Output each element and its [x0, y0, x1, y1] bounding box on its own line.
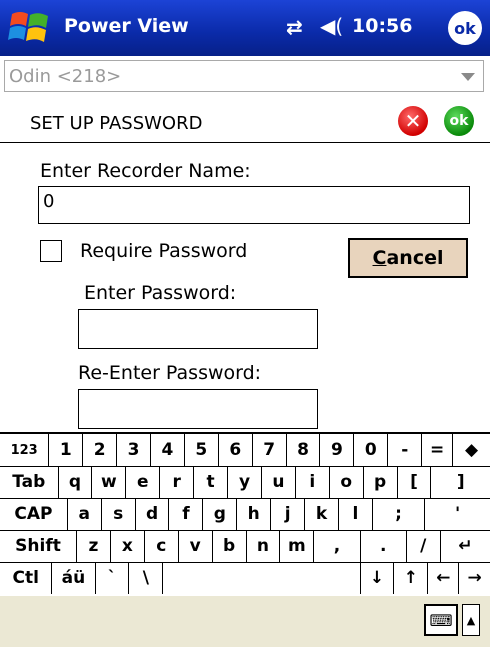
key-t[interactable]: t — [194, 466, 229, 498]
key-semicolon[interactable]: ; — [373, 498, 426, 530]
key-w[interactable]: w — [92, 466, 127, 498]
key-9[interactable]: 9 — [321, 434, 355, 466]
ok-button[interactable]: ok — [448, 11, 482, 45]
key-caps[interactable]: CAP — [0, 498, 68, 530]
password-field[interactable] — [78, 309, 318, 349]
key-v[interactable]: v — [179, 530, 213, 562]
key-e[interactable]: e — [126, 466, 161, 498]
key-f[interactable]: f — [169, 498, 204, 530]
sync-icon[interactable]: ⇄ — [286, 15, 303, 39]
title-bar: Power View ⇄ ◀( 10:56 ok — [0, 0, 490, 56]
space-key[interactable] — [163, 562, 361, 594]
key-apostrophe[interactable]: ' — [425, 498, 490, 530]
cancel-icon[interactable]: ✕ — [398, 106, 428, 136]
key-left-bracket[interactable]: [ — [398, 466, 432, 498]
key-b[interactable]: b — [213, 530, 247, 562]
keyboard-row-2: Tab q w e r t y u i o p [ ] — [0, 466, 490, 499]
key-s[interactable]: s — [102, 498, 136, 530]
reenter-password-field[interactable] — [78, 389, 318, 429]
divider — [0, 142, 490, 143]
recorder-dropdown-value: Odin <218> — [9, 66, 122, 87]
key-g[interactable]: g — [203, 498, 238, 530]
recorder-name-label: Enter Recorder Name: — [40, 160, 251, 182]
cancel-button-mnemonic: C — [372, 247, 387, 269]
keyboard-row-5: Ctl áü ` \ ↓ ↑ ← → — [0, 562, 490, 594]
key-ctrl[interactable]: Ctl — [0, 562, 53, 594]
key-123[interactable]: 123 — [0, 434, 50, 466]
reenter-password-label: Re-Enter Password: — [78, 362, 262, 384]
key-u[interactable]: u — [262, 466, 296, 498]
key-d[interactable]: d — [136, 498, 170, 530]
require-password-checkbox[interactable] — [40, 240, 62, 262]
chevron-down-icon[interactable] — [461, 73, 475, 81]
key-minus[interactable]: - — [388, 434, 423, 466]
key-p[interactable]: p — [364, 466, 398, 498]
key-q[interactable]: q — [59, 466, 93, 498]
soft-keyboard: 123 1 2 3 4 5 6 7 8 9 0 - = ◆ Tab q w e … — [0, 432, 490, 598]
key-a[interactable]: a — [68, 498, 102, 530]
backspace-key[interactable]: ◆ — [453, 434, 490, 466]
key-y[interactable]: y — [228, 466, 262, 498]
volume-icon[interactable]: ◀( — [320, 14, 343, 38]
windows-start-icon[interactable] — [8, 8, 52, 48]
key-0[interactable]: 0 — [354, 434, 389, 466]
key-right-bracket[interactable]: ] — [431, 466, 490, 498]
require-password-label: Require Password — [80, 240, 248, 262]
key-6[interactable]: 6 — [219, 434, 253, 466]
key-z[interactable]: z — [77, 530, 111, 562]
key-comma[interactable]: , — [314, 530, 361, 562]
key-j[interactable]: j — [271, 498, 306, 530]
arrow-right-key[interactable]: → — [459, 562, 490, 594]
enter-password-label: Enter Password: — [84, 282, 237, 304]
key-backtick[interactable]: ` — [96, 562, 130, 594]
key-backslash[interactable]: \ — [129, 562, 164, 594]
key-5[interactable]: 5 — [185, 434, 219, 466]
keyboard-icon[interactable]: ⌨ — [424, 604, 458, 636]
input-menu-arrow-icon[interactable]: ▲ — [462, 604, 480, 636]
menu-bar — [0, 596, 490, 647]
keyboard-row-1: 123 1 2 3 4 5 6 7 8 9 0 - = ◆ — [0, 434, 490, 467]
cancel-button[interactable]: Cancel — [348, 238, 468, 278]
key-slash[interactable]: / — [407, 530, 441, 562]
key-accents[interactable]: áü — [52, 562, 96, 594]
key-l[interactable]: l — [339, 498, 373, 530]
key-equals[interactable]: = — [422, 434, 453, 466]
enter-key[interactable]: ↵ — [441, 530, 490, 562]
app-title: Power View — [64, 15, 189, 37]
ok-icon[interactable]: ok — [444, 106, 474, 136]
key-4[interactable]: 4 — [151, 434, 185, 466]
key-3[interactable]: 3 — [117, 434, 151, 466]
key-period[interactable]: . — [361, 530, 407, 562]
key-tab[interactable]: Tab — [0, 466, 59, 498]
recorder-name-field[interactable]: 0 — [38, 186, 470, 224]
keyboard-row-3: CAP a s d f g h j k l ; ' — [0, 498, 490, 531]
arrow-up-key[interactable]: ↑ — [394, 562, 429, 594]
clock[interactable]: 10:56 — [352, 15, 412, 37]
key-8[interactable]: 8 — [287, 434, 321, 466]
key-1[interactable]: 1 — [49, 434, 84, 466]
key-r[interactable]: r — [160, 466, 195, 498]
arrow-down-key[interactable]: ↓ — [361, 562, 395, 594]
key-o[interactable]: o — [330, 466, 364, 498]
key-shift[interactable]: Shift — [0, 530, 78, 562]
key-c[interactable]: c — [145, 530, 179, 562]
key-h[interactable]: h — [237, 498, 272, 530]
key-n[interactable]: n — [247, 530, 281, 562]
arrow-left-key[interactable]: ← — [428, 562, 460, 594]
key-7[interactable]: 7 — [253, 434, 287, 466]
key-i[interactable]: i — [296, 466, 330, 498]
page-title: SET UP PASSWORD — [30, 113, 203, 134]
key-m[interactable]: m — [280, 530, 315, 562]
key-k[interactable]: k — [305, 498, 339, 530]
cancel-button-label: ancel — [386, 247, 444, 269]
key-2[interactable]: 2 — [83, 434, 118, 466]
recorder-dropdown[interactable]: Odin <218> — [4, 60, 484, 92]
key-x[interactable]: x — [111, 530, 145, 562]
keyboard-row-4: Shift z x c v b n m , . / ↵ — [0, 530, 490, 563]
